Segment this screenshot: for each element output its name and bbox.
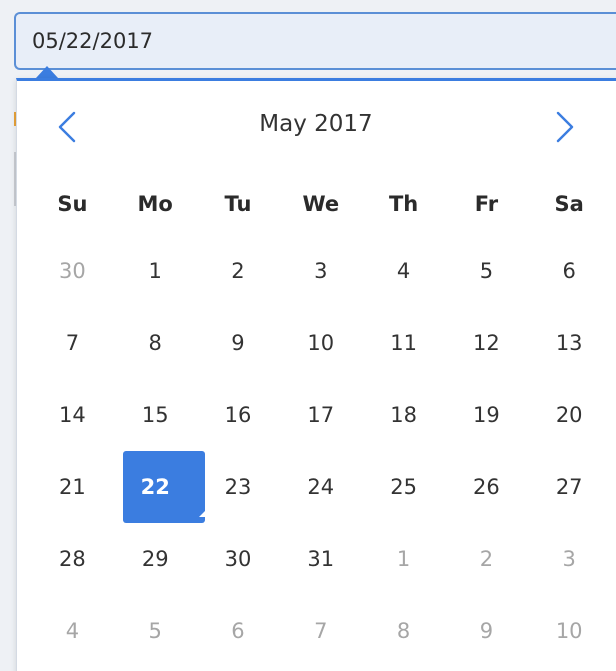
chevron-right-icon: [556, 111, 574, 143]
calendar-day[interactable]: 3: [279, 235, 362, 307]
calendar-day[interactable]: 8: [114, 307, 197, 379]
weekday-label: Tu: [224, 192, 252, 216]
calendar-day[interactable]: 20: [528, 379, 611, 451]
calendar-day-outside-month[interactable]: 9: [445, 595, 528, 667]
calendar-week-row: 30 1 2 3 4 5 6: [31, 235, 611, 307]
calendar-day[interactable]: 18: [362, 379, 445, 451]
weekday-label: Th: [388, 192, 419, 216]
calendar-day-outside-month[interactable]: 7: [279, 595, 362, 667]
calendar-day[interactable]: 2: [197, 235, 280, 307]
today-corner-marker: [198, 507, 209, 517]
calendar-day[interactable]: 26: [445, 451, 528, 523]
calendar-day[interactable]: 6: [528, 235, 611, 307]
calendar-week-row: 28 29 30 31 1 2 3: [31, 523, 611, 595]
calendar-day[interactable]: 28: [31, 523, 114, 595]
calendar-week-row: 21 22 23 24 25 26 27: [31, 451, 611, 523]
calendar-day-outside-month[interactable]: 1: [362, 523, 445, 595]
calendar-day[interactable]: 5: [445, 235, 528, 307]
calendar-day[interactable]: 16: [197, 379, 280, 451]
calendar-day[interactable]: 29: [114, 523, 197, 595]
month-title: May 2017: [259, 111, 373, 137]
calendar-day[interactable]: 23: [197, 451, 280, 523]
calendar-day[interactable]: 31: [279, 523, 362, 595]
calendar-week-row: 4 5 6 7 8 9 10: [31, 595, 611, 667]
calendar-day[interactable]: 15: [114, 379, 197, 451]
datepicker-header: May 2017: [17, 81, 615, 173]
weekday-header-row: Su Mo Tu We Th Fr Sa: [31, 173, 611, 235]
calendar-day[interactable]: 19: [445, 379, 528, 451]
calendar-day-outside-month[interactable]: 4: [31, 595, 114, 667]
page: May 2017 Su Mo Tu We Th Fr Sa 3012345678…: [0, 0, 616, 671]
calendar-day[interactable]: 4: [362, 235, 445, 307]
date-input[interactable]: [14, 12, 616, 70]
calendar-day[interactable]: 25: [362, 451, 445, 523]
calendar-day[interactable]: 21: [31, 451, 114, 523]
next-month-button[interactable]: [545, 107, 585, 147]
calendar-day[interactable]: 7: [31, 307, 114, 379]
popup-caret: [36, 66, 58, 78]
calendar-day-outside-month[interactable]: 8: [362, 595, 445, 667]
calendar-day[interactable]: 11: [362, 307, 445, 379]
weekday-label: Fr: [474, 192, 499, 216]
calendar-day[interactable]: 13: [528, 307, 611, 379]
calendar-week-row: 7 8 9 10 11 12 13: [31, 307, 611, 379]
weekday-label: Sa: [554, 192, 584, 216]
calendar-day-outside-month[interactable]: 10: [528, 595, 611, 667]
calendar-day-outside-month[interactable]: 6: [197, 595, 280, 667]
calendar-grid: Su Mo Tu We Th Fr Sa 30 1 2 3 4 5 6 7 8 9 10 11 12 13…: [31, 173, 611, 667]
calendar-day[interactable]: 24: [279, 451, 362, 523]
calendar-week-row: 14 15 16 17 18 19 20: [31, 379, 611, 451]
calendar-day-outside-month[interactable]: 2: [445, 523, 528, 595]
calendar-day-outside-month[interactable]: 30: [31, 235, 114, 307]
weekday-label: We: [302, 192, 340, 216]
datepicker-popup: May 2017 Su Mo Tu We Th Fr Sa 30 1 2 3 4 5 6 7 8…: [16, 78, 616, 671]
calendar-day[interactable]: 10: [279, 307, 362, 379]
weekday-label: Mo: [137, 192, 173, 216]
calendar-day-selected[interactable]: 22: [114, 451, 209, 523]
calendar-day-number: 22: [140, 475, 170, 499]
calendar-day-outside-month[interactable]: 5: [114, 595, 197, 667]
calendar-day-outside-month[interactable]: 3: [528, 523, 611, 595]
calendar-day[interactable]: 14: [31, 379, 114, 451]
calendar-day[interactable]: 30: [197, 523, 280, 595]
calendar-day[interactable]: 1: [114, 235, 197, 307]
weekday-label: Su: [57, 192, 88, 216]
calendar-day[interactable]: 17: [279, 379, 362, 451]
calendar-day[interactable]: 27: [528, 451, 611, 523]
calendar-day[interactable]: 12: [445, 307, 528, 379]
calendar-day[interactable]: 9: [197, 307, 280, 379]
calendar-weeks: 30 1 2 3 4 5 6 7 8 9 10 11 12 13 14 15 16 17 18 19 20 21 22 23 2…: [31, 235, 611, 667]
